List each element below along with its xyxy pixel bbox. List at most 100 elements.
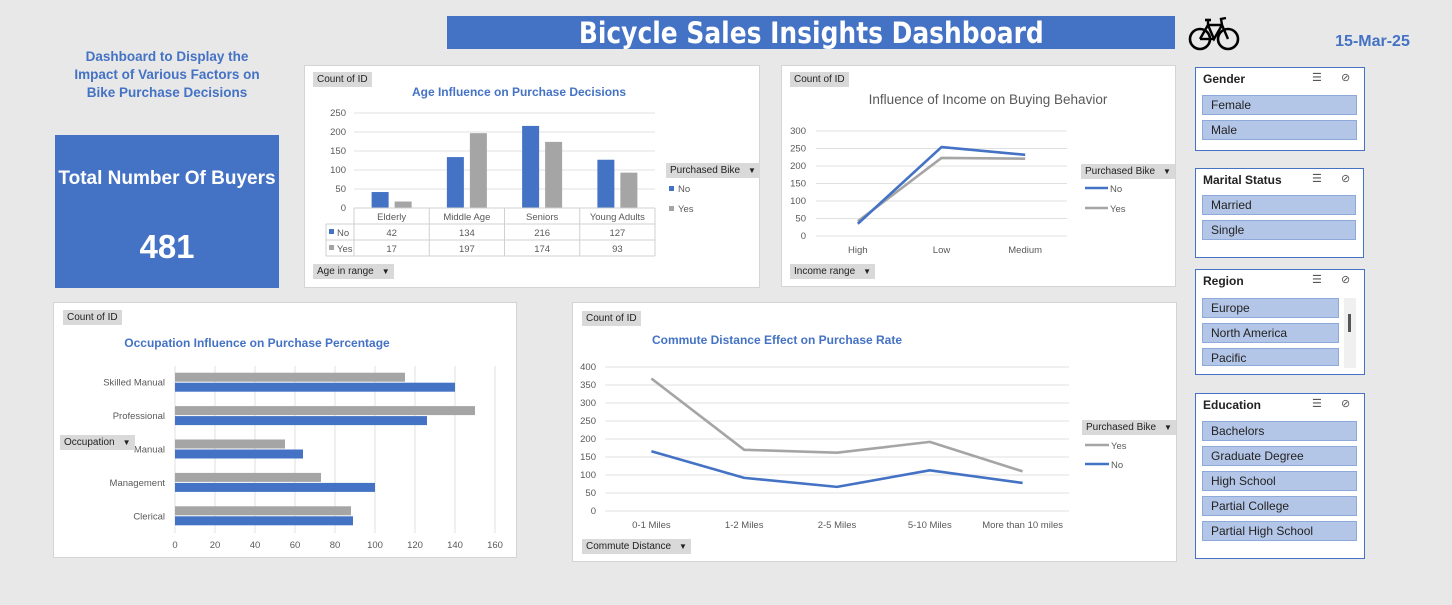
clear-filter-icon[interactable]: ⊘ — [1341, 273, 1350, 286]
x-tick-label: 80 — [330, 540, 341, 551]
scrollbar-thumb[interactable] — [1348, 314, 1351, 332]
category-label: 1-2 Miles — [725, 520, 764, 531]
y-tick-label: 0 — [591, 506, 596, 517]
legend-label: No — [1111, 460, 1123, 471]
total-buyers-card: Total Number Of Buyers 481 — [55, 135, 279, 288]
purchased-bike-filter-button[interactable]: Purchased Bike ▼ — [1082, 420, 1176, 435]
slicer-item-high-school[interactable]: High School — [1202, 471, 1357, 491]
chart-title: Influence of Income on Buying Behavior — [869, 92, 1108, 107]
dashboard-title: Bicycle Sales Insights Dashboard — [578, 16, 1044, 50]
multi-select-icon[interactable]: ☰ — [1312, 172, 1322, 185]
category-label: Skilled Manual — [103, 378, 165, 389]
purchased-bike-filter-button[interactable]: Purchased Bike ▼ — [666, 163, 760, 178]
legend-label: Yes — [678, 204, 694, 215]
dropdown-arrow-icon: ▼ — [381, 267, 390, 276]
y-tick-label: 350 — [580, 380, 596, 391]
bar-yes — [175, 439, 285, 449]
commute-distance-filter-button[interactable]: Commute Distance ▼ — [582, 539, 691, 554]
table-value: 197 — [459, 244, 475, 255]
bar-no — [175, 382, 455, 392]
bar-yes — [545, 141, 563, 208]
bar-no — [597, 159, 615, 208]
slicer-item-graduate-degree[interactable]: Graduate Degree — [1202, 446, 1357, 466]
marital-status-slicer[interactable]: Marital Status ☰ ⊘ Married Single — [1195, 168, 1364, 258]
kpi-label: Total Number Of Buyers — [58, 168, 276, 189]
y-tick-label: 400 — [580, 362, 596, 373]
slicer-item-pacific[interactable]: Pacific — [1202, 348, 1339, 366]
table-series-label: No — [337, 228, 349, 239]
y-tick-label: 0 — [341, 203, 346, 214]
age-in-range-filter-button[interactable]: Age in range ▼ — [313, 264, 394, 279]
purchased-bike-label: Purchased Bike — [670, 165, 741, 176]
bar-yes — [175, 372, 405, 382]
multi-select-icon[interactable]: ☰ — [1312, 397, 1322, 410]
dashboard-subtitle: Dashboard to Display the Impact of Vario… — [56, 48, 278, 102]
y-tick-label: 50 — [795, 214, 806, 225]
slicer-item-partial-high-school[interactable]: Partial High School — [1202, 521, 1357, 541]
slicer-item-married[interactable]: Married — [1202, 195, 1356, 215]
dropdown-arrow-icon: ▼ — [748, 166, 756, 175]
occupation-chart-panel[interactable]: Count of ID Occupation Influence on Purc… — [53, 302, 517, 558]
income-range-filter-button[interactable]: Income range ▼ — [790, 264, 876, 279]
region-slicer[interactable]: Region ☰ ⊘ Europe North America Pacific — [1195, 269, 1365, 375]
x-tick-label: 120 — [407, 540, 423, 551]
dashboard-title-banner: Bicycle Sales Insights Dashboard — [447, 16, 1175, 50]
occupation-filter-button[interactable]: Occupation ▼ — [60, 435, 135, 450]
slicer-item-europe[interactable]: Europe — [1202, 298, 1339, 318]
table-series-label: Yes — [337, 244, 353, 255]
dropdown-arrow-icon: ▼ — [122, 438, 131, 447]
education-slicer[interactable]: Education ☰ ⊘ Bachelors Graduate Degree … — [1195, 393, 1365, 559]
y-tick-label: 100 — [330, 165, 346, 176]
y-tick-label: 50 — [585, 488, 596, 499]
category-label: 2-5 Miles — [818, 520, 857, 531]
slicer-item-male[interactable]: Male — [1202, 120, 1357, 140]
y-tick-label: 50 — [335, 184, 346, 195]
kpi-value: 481 — [139, 228, 195, 265]
table-value: 42 — [386, 228, 397, 239]
slicer-title: Gender — [1203, 72, 1246, 86]
occupation-label: Occupation — [64, 437, 115, 448]
bar-no — [371, 192, 389, 208]
category-label: 0-1 Miles — [632, 520, 671, 531]
bar-yes — [175, 506, 351, 516]
table-value: 134 — [459, 228, 475, 239]
multi-select-icon[interactable]: ☰ — [1312, 71, 1322, 84]
slicer-item-north-america[interactable]: North America — [1202, 323, 1339, 343]
multi-select-icon[interactable]: ☰ — [1312, 273, 1322, 286]
category-label: 5-10 Miles — [908, 520, 952, 531]
category-label: Manual — [134, 445, 165, 456]
slicer-item-partial-college[interactable]: Partial College — [1202, 496, 1357, 516]
income-range-label: Income range — [794, 266, 856, 277]
dropdown-arrow-icon: ▼ — [863, 267, 872, 276]
report-date: 15-Mar-25 — [1335, 33, 1410, 50]
age-chart-panel[interactable]: Count of ID Age Influence on Purchase De… — [304, 65, 760, 288]
clear-filter-icon[interactable]: ⊘ — [1341, 71, 1350, 84]
gender-slicer[interactable]: Gender ☰ ⊘ Female Male — [1195, 67, 1365, 151]
income-chart-panel[interactable]: Count of ID Influence of Income on Buyin… — [781, 65, 1176, 287]
clear-filter-icon[interactable]: ⊘ — [1341, 172, 1350, 185]
bicycle-icon — [1188, 13, 1240, 53]
commute-chart-panel[interactable]: Count of ID Commute Distance Effect on P… — [572, 302, 1177, 562]
bar-no — [175, 482, 375, 492]
x-tick-label: 160 — [487, 540, 503, 551]
slicer-scrollbar[interactable] — [1344, 298, 1356, 368]
bar-yes — [469, 133, 487, 208]
y-tick-label: 150 — [330, 146, 346, 157]
purchased-bike-filter-button[interactable]: Purchased Bike ▼ — [1081, 164, 1175, 179]
slicer-title: Region — [1203, 274, 1244, 288]
slicer-item-female[interactable]: Female — [1202, 95, 1357, 115]
y-tick-label: 200 — [580, 434, 596, 445]
legend-label: Yes — [1111, 441, 1127, 452]
table-value: 17 — [386, 244, 397, 255]
bar-no — [446, 157, 464, 208]
legend-key-no — [669, 186, 674, 191]
series-line-yes — [857, 156, 1026, 223]
category-label: More than 10 miles — [982, 520, 1063, 531]
slicer-item-bachelors[interactable]: Bachelors — [1202, 421, 1357, 441]
slicer-item-single[interactable]: Single — [1202, 220, 1356, 240]
x-tick-label: 100 — [367, 540, 383, 551]
category-label: Low — [933, 245, 951, 256]
legend-key-yes — [329, 245, 334, 250]
legend-key-yes — [669, 206, 674, 211]
clear-filter-icon[interactable]: ⊘ — [1341, 397, 1350, 410]
